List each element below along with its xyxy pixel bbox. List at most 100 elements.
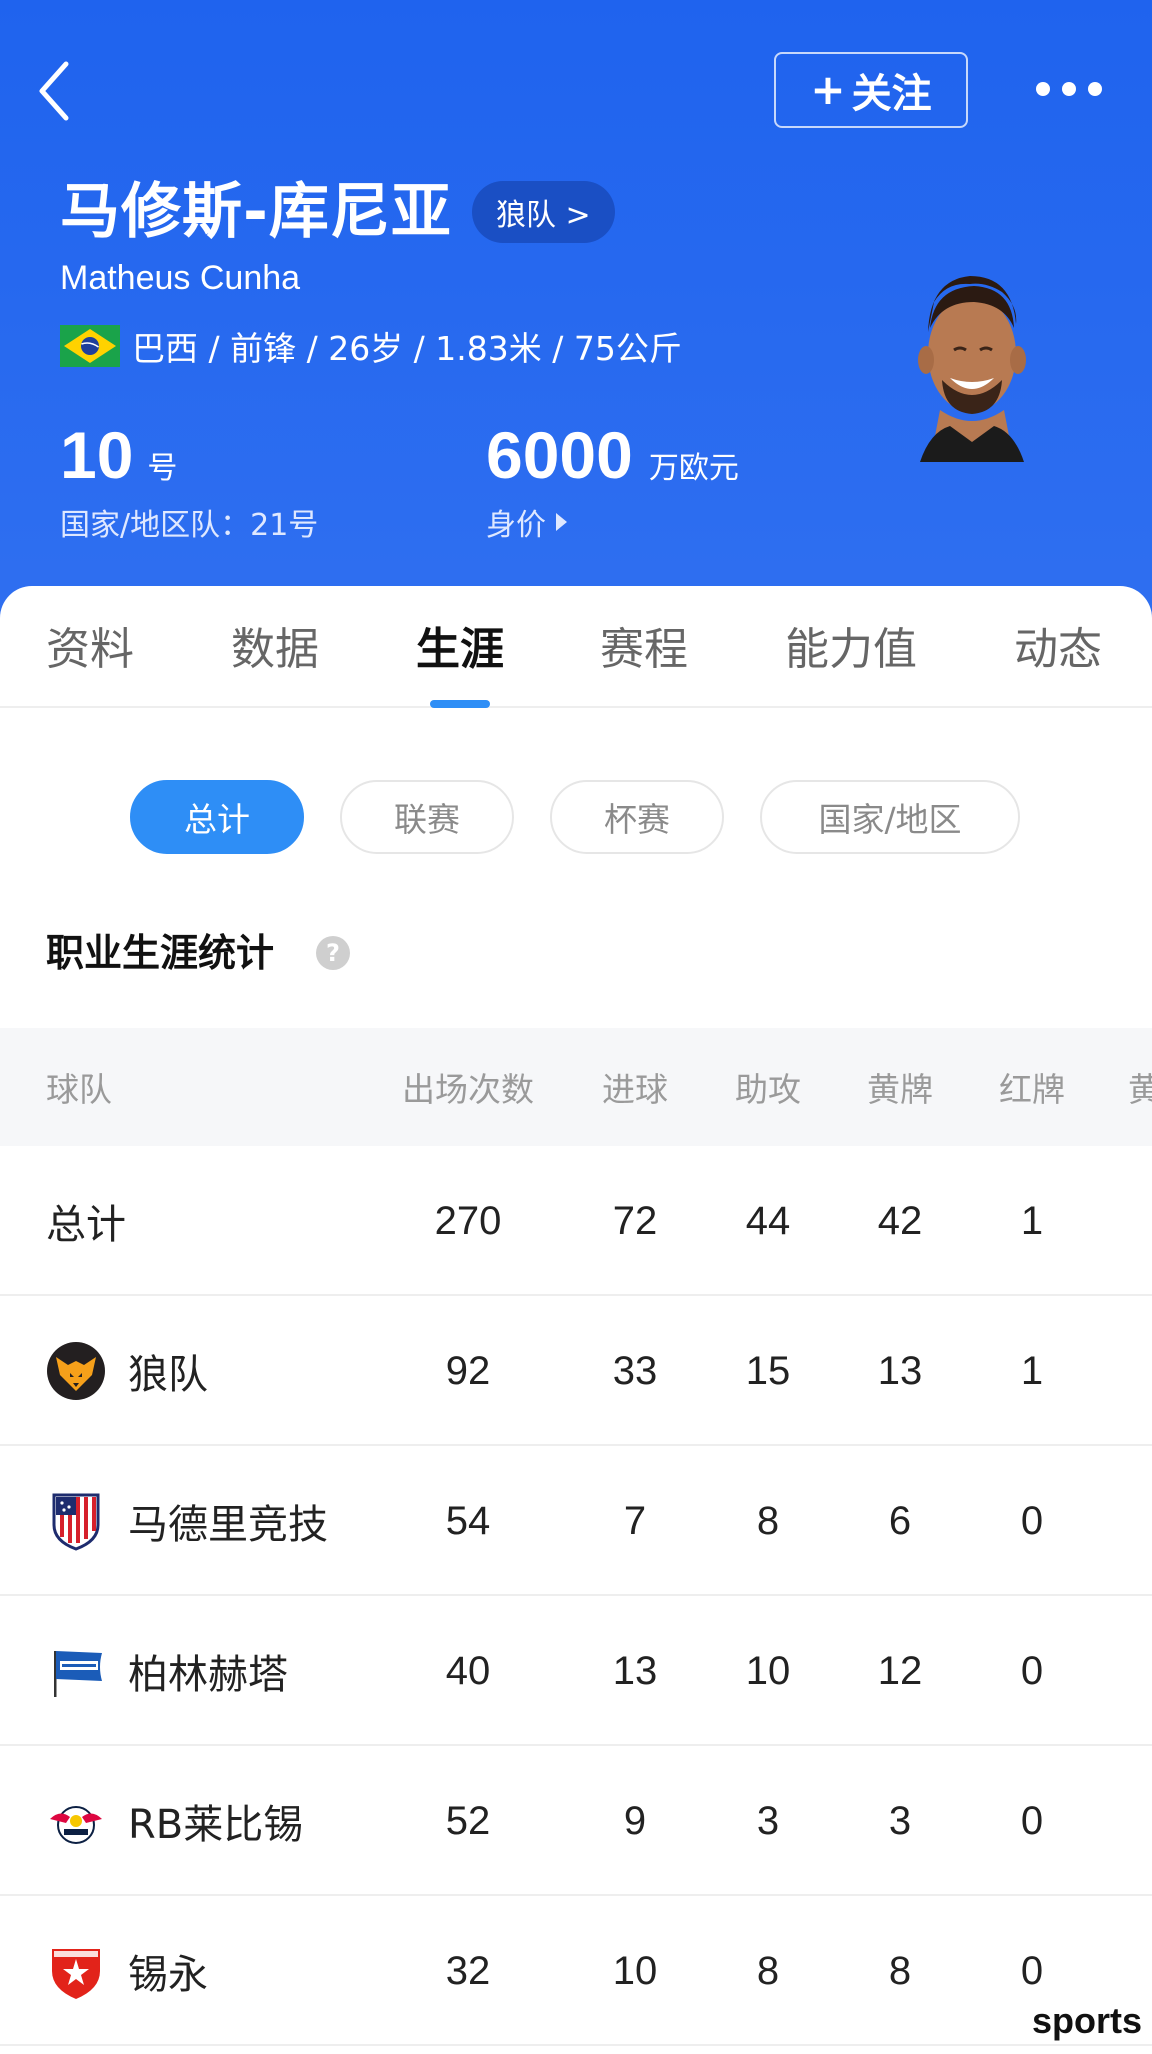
filter-cup[interactable]: 杯赛: [550, 780, 724, 854]
yellow-cell: 6: [888, 1498, 912, 1543]
assists-cell: 15: [745, 1348, 791, 1393]
shirt-number-unit: 号: [147, 451, 178, 486]
apps-cell: 32: [445, 1948, 491, 1993]
shirt-number-block: 10 号: [60, 415, 177, 495]
player-header: + 关注 马修斯-库尼亚 狼队 > Matheus Cunha 巴西 / 前锋 …: [0, 0, 1152, 620]
tab-bar: 资料 数据 生涯 赛程 能力值 动态: [0, 586, 1152, 708]
table-row[interactable]: 总计 270 72 44 42 1: [0, 1146, 1152, 1296]
tab-news[interactable]: 动态: [1014, 622, 1102, 678]
help-icon[interactable]: ?: [316, 936, 350, 970]
shirt-number: 10: [60, 418, 134, 492]
table-row[interactable]: 柏林赫塔 40 13 10 12 0: [0, 1596, 1152, 1746]
more-dot-icon: [1088, 82, 1102, 96]
table-row[interactable]: 狼队 92 33 15 13 1: [0, 1296, 1152, 1446]
atletico-madrid-logo-icon: [52, 1493, 100, 1551]
brazil-flag-icon: [60, 325, 120, 367]
filter-total[interactable]: 总计: [130, 780, 304, 854]
yellow-cell: 3: [888, 1798, 912, 1843]
market-value-unit: 万欧元: [648, 451, 739, 486]
column-assists: 助攻: [735, 1070, 801, 1109]
goals-cell: 9: [623, 1798, 647, 1843]
assists-cell: 8: [756, 1948, 780, 1993]
yellow-cell: 12: [877, 1648, 923, 1693]
tab-stats[interactable]: 数据: [231, 622, 319, 678]
national-team-number: 国家/地区队：21号: [60, 508, 319, 543]
red-cell: 1: [1020, 1348, 1044, 1393]
yellow-cell: 8: [888, 1948, 912, 1993]
tab-schedule[interactable]: 赛程: [600, 622, 688, 678]
filter-chips: 总计 联赛 杯赛 国家/地区: [0, 780, 1152, 854]
red-cell: 1: [1020, 1198, 1044, 1243]
tab-profile[interactable]: 资料: [46, 622, 134, 678]
hertha-bsc-logo-icon: [54, 1651, 102, 1697]
table-row[interactable]: 马德里竞技 54 7 8 6 0: [0, 1446, 1152, 1596]
player-avatar: [918, 276, 1026, 462]
yellow-cell: 42: [877, 1198, 923, 1243]
filter-league[interactable]: 联赛: [340, 780, 514, 854]
active-tab-indicator: [430, 700, 490, 708]
team-name: 锡永: [128, 1952, 208, 1998]
assists-cell: 3: [756, 1798, 780, 1843]
market-value-link[interactable]: 身价: [486, 500, 567, 544]
table-row[interactable]: RB莱比锡 52 9 3 3 0: [0, 1746, 1152, 1896]
yellow-cell: 13: [877, 1348, 923, 1393]
goals-cell: 13: [612, 1648, 658, 1693]
team-cell: 总计: [46, 1146, 126, 1296]
red-cell: 0: [1020, 1798, 1044, 1843]
back-arrow-icon: [39, 61, 69, 121]
section-title: 职业生涯统计: [46, 931, 275, 975]
more-options-button[interactable]: [1036, 78, 1102, 100]
tab-career[interactable]: 生涯: [416, 622, 504, 678]
plus-icon: +: [810, 65, 846, 114]
column-goals: 进球: [602, 1070, 668, 1109]
table-row[interactable]: 锡永 32 10 8 8 0: [0, 1896, 1152, 2046]
team-cell: 狼队: [46, 1296, 208, 1446]
wolves-logo-icon: [47, 1342, 105, 1400]
tab-ability[interactable]: 能力值: [785, 622, 917, 678]
player-info: 巴西 / 前锋 / 26岁 / 1.83米 / 75公斤: [60, 322, 682, 370]
market-value-block: 6000 万欧元: [486, 415, 739, 495]
apps-cell: 40: [445, 1648, 491, 1693]
fc-sion-logo-icon: [52, 1949, 100, 1999]
goals-cell: 10: [612, 1948, 658, 1993]
more-dot-icon: [1062, 82, 1076, 96]
caret-right-icon: [556, 513, 567, 531]
follow-button[interactable]: + 关注: [774, 52, 968, 128]
team-cell: 柏林赫塔: [46, 1596, 288, 1746]
market-value-label: 身价: [486, 508, 546, 543]
team-name: RB莱比锡: [128, 1802, 304, 1848]
team-cell: 马德里竞技: [46, 1446, 328, 1596]
apps-cell: 270: [434, 1198, 502, 1243]
team-name: 马德里竞技: [128, 1502, 328, 1548]
rb-leipzig-logo-icon: [50, 1806, 102, 1844]
goals-cell: 7: [623, 1498, 647, 1543]
watermark: sports: [1032, 2000, 1143, 2041]
goals-cell: 33: [612, 1348, 658, 1393]
column-yellow-cards: 黄牌: [867, 1070, 933, 1109]
market-value: 6000: [486, 418, 633, 492]
red-cell: 0: [1020, 1498, 1044, 1543]
player-name: 马修斯-库尼亚: [60, 177, 452, 247]
column-red-cards: 红牌: [999, 1070, 1065, 1109]
back-button[interactable]: [34, 56, 84, 126]
team-name: 狼队: [128, 1352, 208, 1398]
assists-cell: 8: [756, 1498, 780, 1543]
team-cell: 锡永: [46, 1896, 208, 2046]
more-dot-icon: [1036, 82, 1050, 96]
red-cell: 0: [1020, 1648, 1044, 1693]
goals-cell: 72: [612, 1198, 658, 1243]
player-name-en: Matheus Cunha: [60, 259, 301, 297]
column-appearances: 出场次数: [402, 1070, 534, 1109]
column-more-clipped: 黄: [1128, 1070, 1152, 1109]
assists-cell: 44: [745, 1198, 791, 1243]
team-cell: RB莱比锡: [46, 1746, 303, 1896]
team-name: 柏林赫塔: [128, 1652, 288, 1698]
team-name: 总计: [46, 1202, 126, 1248]
assists-cell: 10: [745, 1648, 791, 1693]
apps-cell: 54: [445, 1498, 491, 1543]
follow-label: 关注: [851, 71, 932, 117]
table-header: 球队 出场次数 进球 助攻 黄牌 红牌 黄: [0, 1028, 1152, 1146]
filter-national[interactable]: 国家/地区: [760, 780, 1020, 854]
team-link[interactable]: 狼队 >: [472, 181, 615, 243]
apps-cell: 92: [445, 1348, 491, 1393]
